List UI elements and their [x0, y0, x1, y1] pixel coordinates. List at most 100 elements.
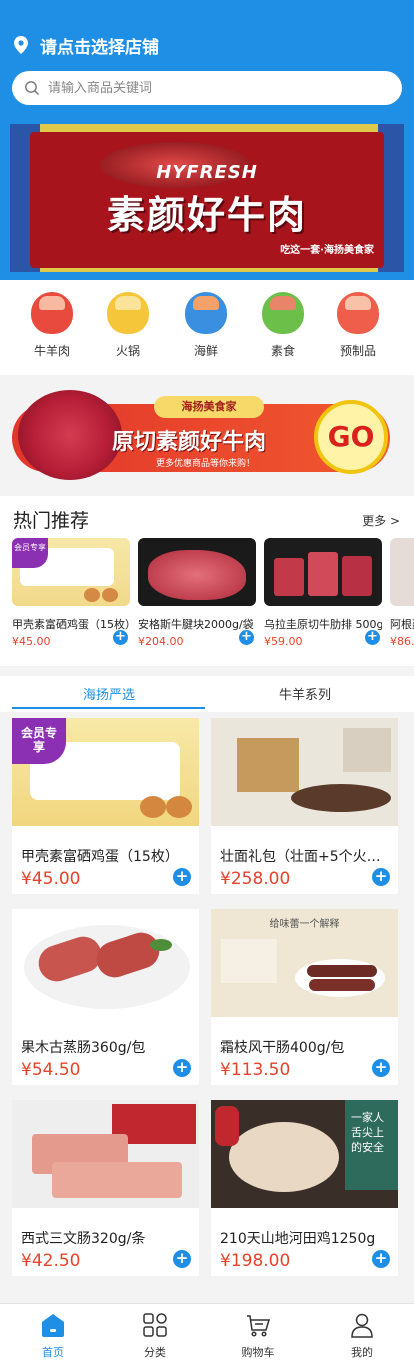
- beef-lamb-bowl-icon: [31, 292, 73, 334]
- category-prepared[interactable]: 预制品: [323, 292, 393, 359]
- hot-section: 热门推荐 更多 > 会员专享 甲壳素富硒鸡蛋（15枚） ¥45.00 + 安格斯…: [0, 496, 414, 666]
- category-seafood[interactable]: 海鲜: [171, 292, 241, 359]
- product-card[interactable]: 给味蕾一个解释 霜枝风干肠400g/包 ¥113.50 +: [211, 909, 398, 1085]
- product-price: ¥258.00: [220, 869, 291, 889]
- section-title: 热门推荐: [13, 510, 90, 532]
- product-name: 乌拉圭原切牛肋排 500g: [264, 618, 382, 631]
- search-input[interactable]: [48, 80, 378, 96]
- category-vegetable[interactable]: 素食: [248, 292, 318, 359]
- product-image-caption: 给味蕾一个解释: [269, 919, 340, 930]
- nav-label: 分类: [144, 1346, 166, 1359]
- product-card[interactable]: 壮面礼包（壮面+5个火腿肠） ¥258.00 +: [211, 718, 398, 894]
- add-to-cart-button[interactable]: +: [239, 630, 254, 645]
- product-card[interactable]: 果木古蒸肠360g/包 ¥54.50 +: [12, 909, 199, 1085]
- prepared-food-bowl-icon: [337, 292, 379, 334]
- product-card[interactable]: 西式三文肠320g/条 ¥42.50 +: [12, 1100, 199, 1276]
- product-price: ¥42.50: [21, 1251, 81, 1271]
- location-pin-icon: [14, 36, 28, 54]
- product-name: 西式三文肠320g/条: [21, 1231, 146, 1247]
- category-label: 素食: [270, 344, 295, 358]
- hot-item[interactable]: 会员专享 甲壳素富硒鸡蛋（15枚） ¥45.00 +: [12, 538, 130, 648]
- promo-subtitle: 更多优惠商品等你来购！: [156, 459, 256, 469]
- nav-label: 购物车: [241, 1346, 275, 1359]
- nav-label: 首页: [42, 1346, 64, 1359]
- hero-banner[interactable]: HYFRESH 素颜好牛肉 吃这一套·海扬美食家: [10, 124, 404, 272]
- product-image: [12, 909, 199, 1017]
- add-to-cart-button[interactable]: +: [372, 868, 390, 886]
- add-to-cart-button[interactable]: +: [365, 630, 380, 645]
- product-image: 会员专享: [12, 538, 130, 606]
- product-price: ¥113.50: [220, 1060, 291, 1080]
- seafood-bowl-icon: [185, 292, 227, 334]
- product-image: 给味蕾一个解释: [211, 909, 398, 1017]
- product-name: 阿根廷: [390, 618, 414, 631]
- category-label: 预制品: [339, 344, 376, 358]
- product-price: ¥54.50: [21, 1060, 81, 1080]
- product-image-caption: 一家人舌尖上的安全: [345, 1100, 398, 1190]
- add-to-cart-button[interactable]: +: [173, 1250, 191, 1268]
- hot-item[interactable]: 安格斯牛腱块2000g/袋 ¥204.00 +: [138, 538, 256, 648]
- product-name: 甲壳素富硒鸡蛋（15枚）: [12, 618, 130, 631]
- product-price: ¥86.: [390, 635, 414, 648]
- banner-tagline: 吃这一套·海扬美食家: [280, 245, 374, 256]
- member-badge: 会员专享: [12, 718, 66, 764]
- product-image: [264, 538, 382, 606]
- category-beef-lamb[interactable]: 牛羊肉: [17, 292, 87, 359]
- banner-cn-title: 素颜好牛肉: [106, 193, 307, 237]
- go-button[interactable]: GO: [314, 400, 388, 474]
- promo-title: 原切素颜好牛肉: [112, 430, 267, 455]
- member-badge: 会员专享: [12, 538, 48, 568]
- product-name: 果木古蒸肠360g/包: [21, 1040, 146, 1056]
- user-icon: [349, 1312, 375, 1338]
- product-card[interactable]: 会员专享 甲壳素富硒鸡蛋（15枚） ¥45.00 +: [12, 718, 199, 894]
- category-row: 牛羊肉 火锅 海鲜 素食 预制品: [0, 280, 414, 375]
- steak-image: [18, 390, 122, 480]
- search-icon: [25, 81, 39, 95]
- banner-en-title: HYFRESH: [156, 162, 258, 183]
- search-bar[interactable]: [12, 71, 402, 105]
- category-label: 牛羊肉: [33, 344, 70, 358]
- product-image: 一家人舌尖上的安全: [211, 1100, 398, 1208]
- product-price: ¥45.00: [21, 869, 81, 889]
- product-grid: 会员专享 甲壳素富硒鸡蛋（15枚） ¥45.00 + 壮面礼包（壮面+5个火腿肠…: [0, 712, 414, 1284]
- add-to-cart-button[interactable]: +: [372, 1250, 390, 1268]
- nav-category[interactable]: 分类: [115, 1312, 195, 1360]
- store-selector[interactable]: 请点击选择店铺: [14, 34, 159, 58]
- promo-brand: 海扬美食家: [154, 396, 264, 418]
- add-to-cart-button[interactable]: +: [372, 1059, 390, 1077]
- category-hotpot[interactable]: 火锅: [93, 292, 163, 359]
- add-to-cart-button[interactable]: +: [113, 630, 128, 645]
- product-name: 霜枝风干肠400g/包: [220, 1040, 345, 1056]
- nav-home[interactable]: 首页: [13, 1312, 93, 1360]
- add-to-cart-button[interactable]: +: [173, 868, 191, 886]
- tab-beef-lamb[interactable]: 牛羊系列: [210, 684, 400, 703]
- more-link[interactable]: 更多 >: [362, 512, 400, 529]
- product-name: 210天山地河田鸡1250g: [220, 1231, 376, 1247]
- product-card[interactable]: 一家人舌尖上的安全 210天山地河田鸡1250g ¥198.00 +: [211, 1100, 398, 1276]
- hot-item[interactable]: 乌拉圭原切牛肋排 500g ¥59.00 +: [264, 538, 382, 648]
- tab-selected[interactable]: 海扬严选: [14, 684, 204, 703]
- banner-card: HYFRESH 素颜好牛肉 吃这一套·海扬美食家: [30, 132, 384, 268]
- add-to-cart-button[interactable]: +: [173, 1059, 191, 1077]
- product-name: 安格斯牛腱块2000g/袋: [138, 618, 254, 631]
- product-name: 甲壳素富硒鸡蛋（15枚）: [21, 849, 179, 865]
- product-image: [138, 538, 256, 606]
- product-tabs: 海扬严选 牛羊系列: [0, 676, 414, 712]
- nav-cart[interactable]: 购物车: [218, 1312, 298, 1360]
- tab-indicator: [12, 707, 205, 709]
- hot-item[interactable]: 阿根廷 ¥86.: [390, 538, 414, 648]
- vegetable-bowl-icon: [262, 292, 304, 334]
- store-selector-label: 请点击选择店铺: [40, 37, 159, 58]
- hotpot-bowl-icon: [107, 292, 149, 334]
- nav-label: 我的: [351, 1346, 373, 1359]
- promo-banner[interactable]: 海扬美食家 原切素颜好牛肉 更多优惠商品等你来购！ GO: [12, 390, 402, 486]
- cart-icon: [245, 1312, 271, 1338]
- category-label: 海鲜: [193, 344, 218, 358]
- home-icon: [40, 1312, 66, 1338]
- category-icon: [142, 1312, 168, 1338]
- bottom-nav: 首页 分类 购物车 我的: [0, 1303, 414, 1363]
- nav-profile[interactable]: 我的: [322, 1312, 402, 1360]
- product-price: ¥198.00: [220, 1251, 291, 1271]
- category-label: 火锅: [115, 344, 140, 358]
- product-name: 壮面礼包（壮面+5个火腿肠）: [220, 849, 385, 865]
